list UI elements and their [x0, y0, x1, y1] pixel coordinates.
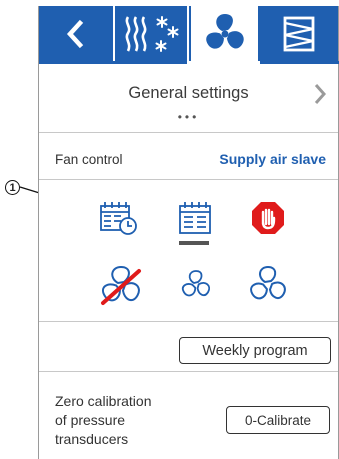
fan-control-value[interactable]: Supply air slave — [219, 151, 326, 167]
filter-icon — [283, 16, 315, 51]
fan-low-icon[interactable] — [180, 269, 212, 301]
page-indicator-dots: ••• — [177, 110, 200, 124]
tab-filter[interactable] — [260, 6, 338, 61]
device-panel: General settings ••• Fan control Supply … — [38, 6, 339, 459]
fan-off-icon[interactable] — [99, 264, 143, 308]
tab-fan[interactable] — [189, 6, 260, 61]
weekly-schedule-icon[interactable] — [177, 200, 213, 236]
tab-underline — [260, 61, 339, 64]
zero-calibrate-button[interactable]: 0-Calibrate — [226, 406, 330, 434]
fan-high-icon[interactable] — [248, 265, 288, 305]
calibration-label: Zero calibration of pressure transducers — [55, 392, 152, 449]
selected-mode-indicator — [179, 241, 209, 245]
fan-icon — [205, 13, 244, 49]
general-settings-header: General settings — [39, 78, 338, 108]
calibration-label-line: transducers — [55, 431, 129, 447]
divider — [39, 179, 338, 180]
next-page-button[interactable] — [312, 82, 328, 111]
heat-snow-icon — [125, 15, 179, 52]
weekly-schedule-clock-icon[interactable] — [99, 200, 139, 236]
chevron-right-icon — [314, 84, 327, 104]
divider — [39, 132, 338, 133]
chevron-left-icon — [66, 19, 84, 48]
page-title: General settings — [128, 84, 249, 102]
tab-underline — [39, 61, 187, 64]
divider — [39, 371, 338, 372]
divider — [39, 321, 338, 322]
tab-bar — [39, 6, 338, 61]
tab-heating[interactable] — [115, 6, 189, 61]
tab-back[interactable] — [39, 6, 115, 61]
calibration-label-line: of pressure — [55, 412, 126, 428]
weekly-program-button[interactable]: Weekly program — [179, 337, 331, 364]
calibration-label-line: Zero calibration — [55, 393, 152, 409]
fan-control-label: Fan control — [55, 152, 123, 167]
stop-hand-icon[interactable] — [250, 200, 286, 236]
